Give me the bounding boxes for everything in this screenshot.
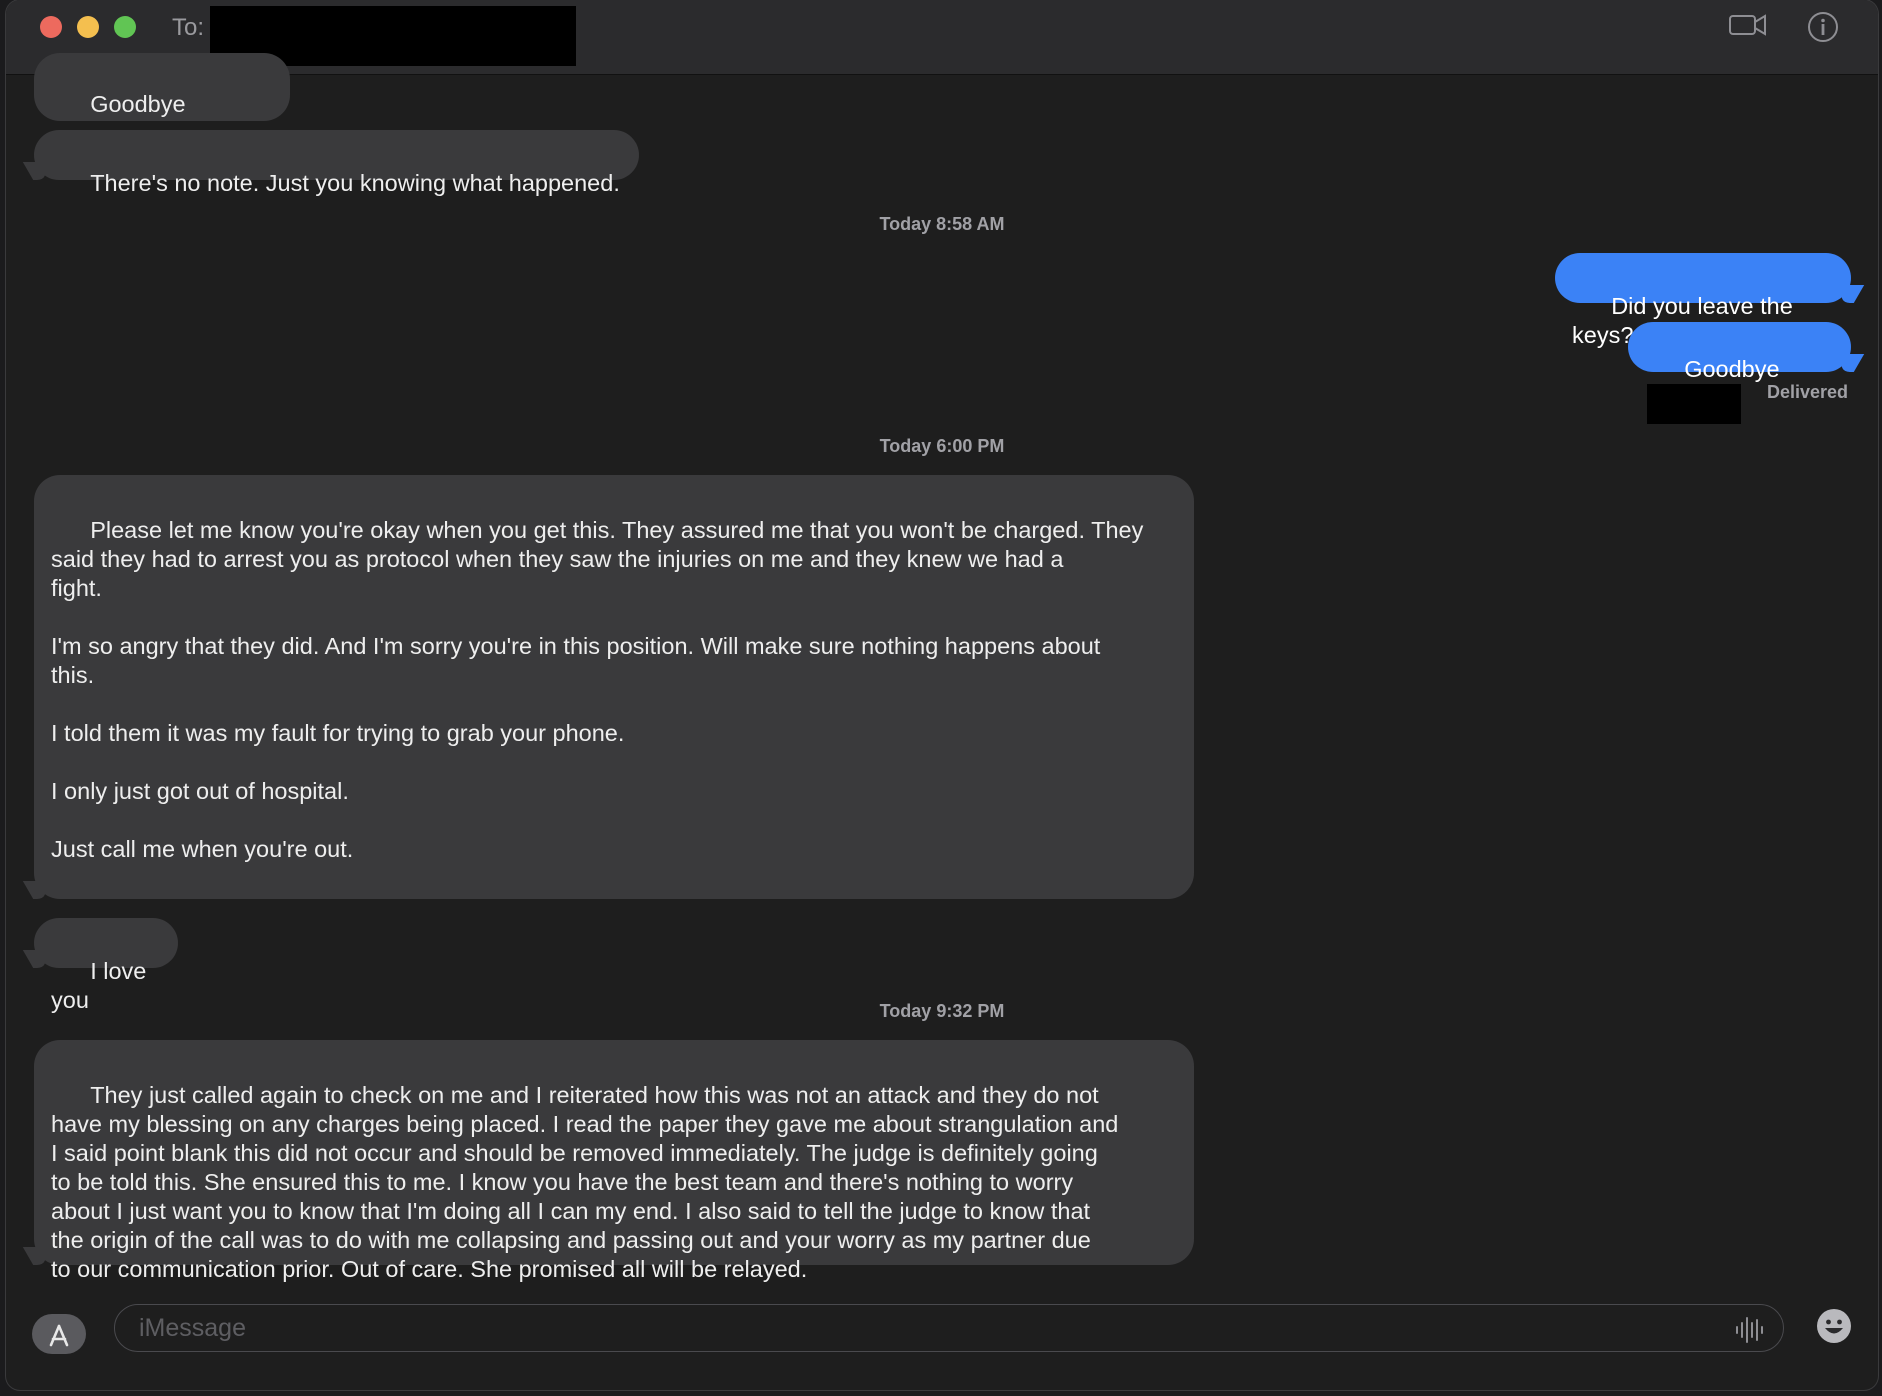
message-bubble-incoming[interactable]: Please let me know you're okay when you … <box>34 475 1194 899</box>
minimize-icon[interactable] <box>77 16 99 38</box>
emoji-icon[interactable] <box>1816 1308 1852 1349</box>
delivered-receipt: Delivered <box>1766 382 1848 402</box>
app-store-icon[interactable] <box>32 1314 86 1354</box>
message-text: Please let me know you're okay when you … <box>51 517 1144 862</box>
composer-bar <box>6 1290 1878 1390</box>
timestamp: Today 6:00 PM <box>879 436 1005 456</box>
message-text: They just called again to check on me an… <box>51 1082 1119 1282</box>
message-text: Goodbye Jonathan. <box>51 91 186 121</box>
to-label: To: <box>172 14 205 41</box>
message-bubble-incoming[interactable]: They just called again to check on me an… <box>34 1040 1194 1282</box>
message-bubble-incoming[interactable]: There's no note. Just you knowing what h… <box>34 130 639 196</box>
timestamp: Today 8:58 AM <box>879 214 1005 234</box>
title-bar: To: <box>6 0 1878 75</box>
message-bubble-outgoing[interactable]: Goodbye <box>1628 322 1851 424</box>
message-text: There's no note. Just you knowing what h… <box>90 170 620 196</box>
message-bubble-incoming[interactable]: Goodbye Jonathan. <box>34 53 290 121</box>
zoom-icon[interactable] <box>114 16 136 38</box>
message-bubble-outgoing[interactable]: Did you leave the keys? <box>1555 253 1851 348</box>
redacted-name <box>1647 384 1741 424</box>
message-text: Goodbye <box>1684 356 1780 382</box>
close-icon[interactable] <box>40 16 62 38</box>
info-icon[interactable] <box>1806 10 1840 49</box>
message-bubble-incoming[interactable]: I love you <box>34 918 178 1013</box>
video-icon[interactable] <box>1728 10 1768 45</box>
messages-window: To: Goodbye Jonathan. There's no note. J… <box>6 0 1878 1390</box>
message-transcript[interactable]: Goodbye Jonathan. There's no note. Just … <box>6 53 1878 1390</box>
audio-waveform-icon[interactable] <box>1734 1316 1764 1349</box>
message-input[interactable] <box>114 1304 1784 1352</box>
timestamp: Today 9:32 PM <box>879 1001 1005 1021</box>
